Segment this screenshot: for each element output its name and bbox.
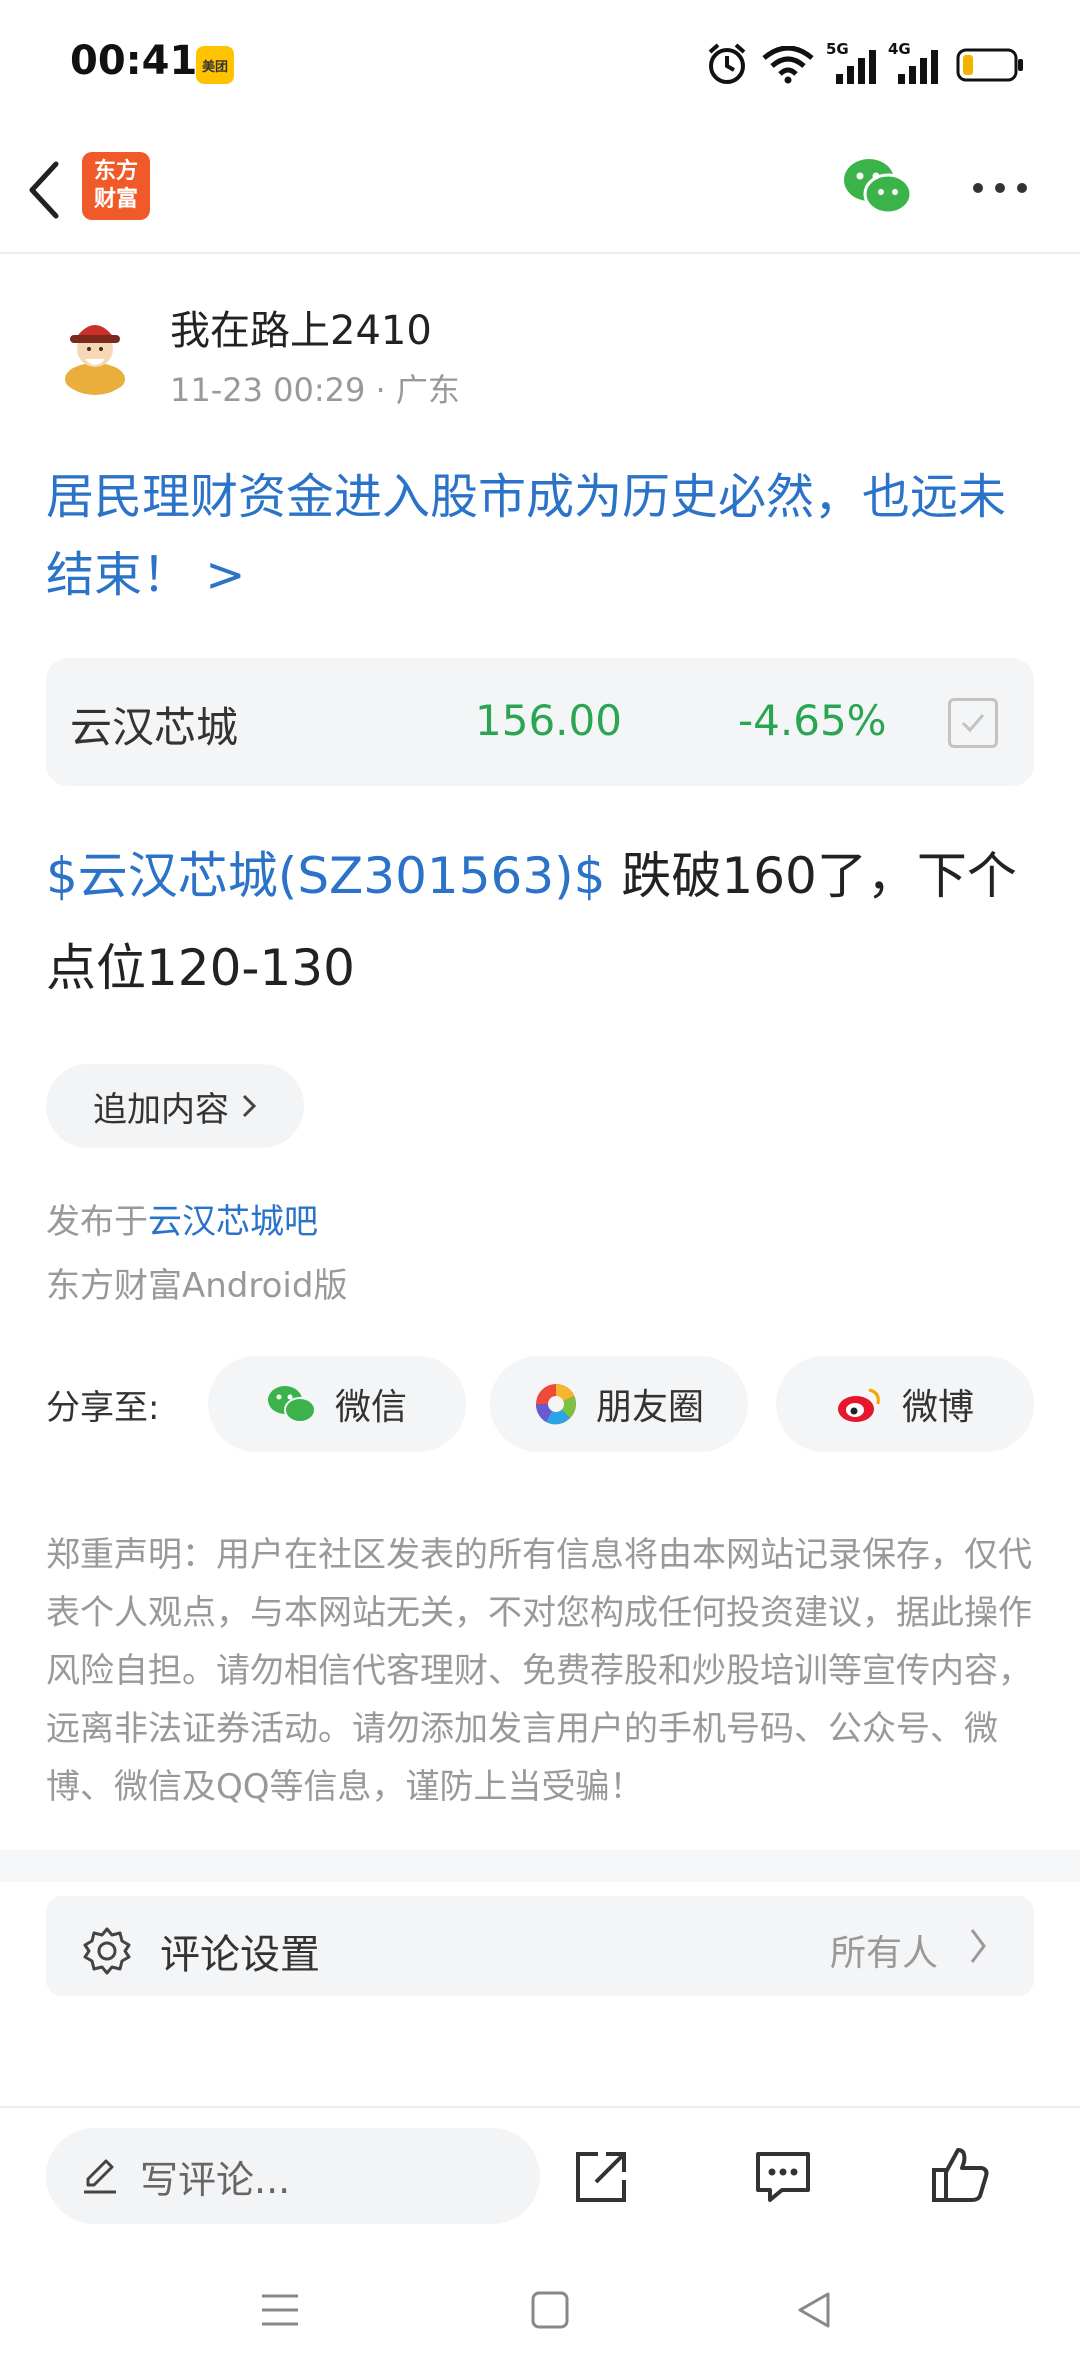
like-thumbs-up-icon[interactable] <box>930 2144 992 2206</box>
chevron-right-icon <box>242 1094 257 1118</box>
author-avatar[interactable] <box>50 305 140 395</box>
home-icon[interactable] <box>530 2290 570 2330</box>
share-wechat-button[interactable]: 微信 <box>208 1356 466 1452</box>
add-content-label: 追加内容 <box>93 1089 229 1130</box>
share-wechat-label: 微信 <box>334 1387 407 1428</box>
comment-settings-label: 评论设置 <box>160 1932 320 1978</box>
weibo-icon <box>837 1388 880 1422</box>
published-prefix: 发布于 <box>46 1202 148 1242</box>
stock-bar-link[interactable]: 云汉芯城吧 <box>148 1202 318 1242</box>
signal-5g-icon <box>836 50 876 84</box>
share-moments-button[interactable]: 朋友圈 <box>490 1356 748 1452</box>
wifi-icon <box>762 46 814 84</box>
stock-tag-link[interactable]: $云汉芯城(SZ301563)$ <box>46 847 606 905</box>
share-weibo-label: 微博 <box>901 1387 974 1428</box>
meituan-notification-icon: 美团 <box>196 46 234 84</box>
top-navigation-bar <box>0 130 1080 254</box>
more-options-icon[interactable] <box>970 180 1030 196</box>
gear-icon <box>83 1927 131 1975</box>
share-weibo-button[interactable]: 微博 <box>776 1356 1034 1452</box>
watchlist-check-icon[interactable] <box>948 698 998 748</box>
stock-change: -4.65% <box>738 696 887 745</box>
post-time: 11-23 00:29 <box>170 371 366 409</box>
post-meta: 11-23 00:29 · 广东 <box>170 365 460 411</box>
comment-placeholder: 写评论... <box>140 2157 291 2202</box>
eastmoney-logo[interactable]: 东方 财富 <box>82 152 150 220</box>
pencil-icon <box>84 2159 116 2194</box>
moments-icon <box>535 1384 576 1425</box>
post-title-link[interactable]: 居民理财资金进入股市成为历史必然，也远未结束！ > <box>46 458 1036 614</box>
add-content-button[interactable]: 追加内容 <box>46 1064 304 1148</box>
wechat-share-icon[interactable] <box>842 154 914 218</box>
section-divider <box>0 1850 1080 1882</box>
published-in: 发布于云汉芯城吧 <box>46 1194 318 1243</box>
client-source: 东方财富Android版 <box>46 1266 348 1306</box>
post-body: $云汉芯城(SZ301563)$ 跌破160了，下个点位120-130 <box>46 830 1046 1014</box>
disclaimer-text: 郑重声明：用户在社区发表的所有信息将由本网站记录保存，仅代表个人观点，与本网站无… <box>46 1535 1032 1807</box>
comment-input[interactable]: 写评论... <box>46 2128 540 2224</box>
author-name[interactable]: 我在路上2410 <box>170 298 432 356</box>
share-label: 分享至: <box>46 1388 160 1428</box>
menu-icon[interactable] <box>260 2292 300 2328</box>
chevron-right-icon <box>970 1929 986 1963</box>
wechat-icon <box>267 1386 316 1423</box>
comment-icon[interactable] <box>752 2148 814 2206</box>
logo-text-line1: 东方 <box>93 159 138 184</box>
signal-4g-icon <box>898 50 938 84</box>
stock-name: 云汉芯城 <box>70 703 239 752</box>
share-moments-label: 朋友圈 <box>595 1387 704 1428</box>
status-time: 00:41 <box>70 38 198 84</box>
battery-icon <box>956 48 1023 82</box>
alarm-icon <box>708 43 746 84</box>
share-external-icon[interactable] <box>572 2148 630 2206</box>
back-arrow-icon[interactable] <box>24 160 64 220</box>
post-location: · 广东 <box>375 371 460 409</box>
comment-settings-value: 所有人 <box>830 1933 939 1974</box>
stock-price: 156.00 <box>475 696 622 745</box>
back-nav-icon[interactable] <box>794 2290 834 2330</box>
logo-text-line2: 财富 <box>93 187 138 212</box>
